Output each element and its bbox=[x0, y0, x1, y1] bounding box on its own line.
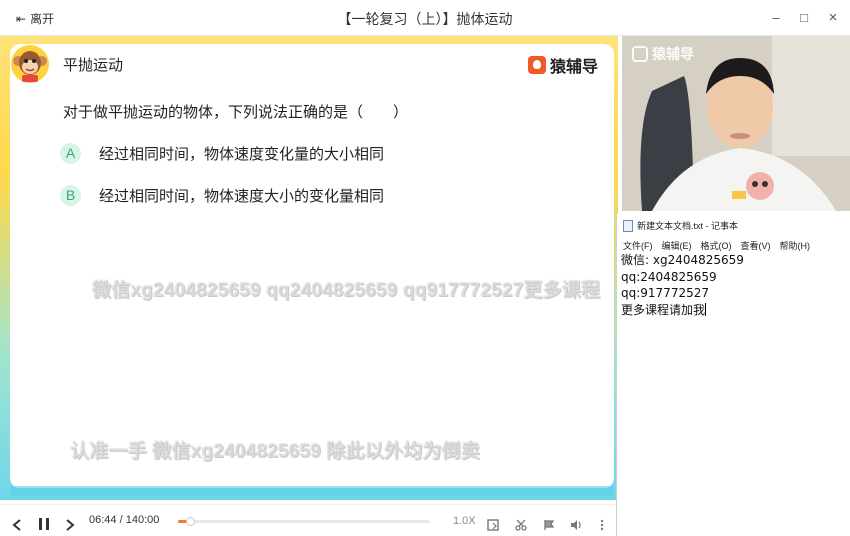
notepad-line: 更多课程请加我 bbox=[621, 302, 706, 317]
flag-icon[interactable] bbox=[543, 515, 555, 535]
more-icon[interactable] bbox=[600, 515, 604, 535]
yuanfudao-logo-icon bbox=[632, 46, 648, 62]
note-icon[interactable] bbox=[487, 515, 499, 535]
option-letter: B bbox=[60, 185, 81, 206]
scissors-icon[interactable] bbox=[515, 515, 527, 535]
notepad-line: 微信: xg2404825659 bbox=[621, 253, 744, 267]
speed-button[interactable]: 1.0X bbox=[453, 515, 476, 527]
text-caret bbox=[705, 302, 707, 316]
watermark-text: 认准一手 微信xg2404825659 除此以外均为倒卖 bbox=[70, 441, 481, 462]
brand-name: 猿辅导 bbox=[550, 59, 599, 76]
notepad-menu: 文件(F) 编辑(E) 格式(O) 查看(V) 帮助(H) bbox=[623, 239, 810, 252]
maximize-button[interactable]: □ bbox=[794, 8, 814, 28]
brand-logo: 猿辅导 bbox=[528, 53, 598, 77]
option-text: 经过相同时间，物体速度大小的变化量相同 bbox=[99, 188, 385, 205]
total-time: 140:00 bbox=[125, 514, 160, 526]
question-text: 对于做平抛运动的物体，下列说法正确的是（ ） bbox=[63, 104, 409, 121]
notepad-text-area[interactable]: 微信: xg2404825659 qq:2404825659 qq:91777252… bbox=[621, 252, 744, 318]
camera-brand-name: 猿辅导 bbox=[652, 46, 694, 62]
option-letter: A bbox=[60, 143, 81, 164]
volume-icon[interactable] bbox=[570, 515, 583, 535]
seek-handle[interactable] bbox=[186, 517, 196, 526]
pause-icon[interactable] bbox=[38, 514, 50, 534]
menu-view[interactable]: 查看(V) bbox=[741, 239, 771, 252]
notepad-title: 新建文本文档.txt - 记事本 bbox=[637, 221, 739, 231]
menu-format[interactable]: 格式(O) bbox=[701, 239, 732, 252]
notepad-file-icon bbox=[623, 219, 633, 232]
previous-icon[interactable] bbox=[12, 515, 22, 535]
option-b[interactable]: B 经过相同时间，物体速度大小的变化量相同 bbox=[60, 185, 384, 206]
monkey-mascot-icon bbox=[11, 45, 49, 83]
option-text: 经过相同时间，物体速度变化量的大小相同 bbox=[99, 146, 385, 163]
camera-brand-overlay: 猿辅导 bbox=[632, 44, 694, 64]
slide-bottom-strip bbox=[10, 486, 614, 496]
watermark-text: 微信xg2404825659 qq2404825659 qq917772527更… bbox=[92, 280, 601, 301]
player-controls: 06:44 / 140:00 1.0X bbox=[0, 504, 618, 536]
menu-edit[interactable]: 编辑(E) bbox=[662, 239, 692, 252]
current-time: 06:44 bbox=[89, 514, 117, 526]
time-separator: / bbox=[119, 514, 123, 526]
menu-file[interactable]: 文件(F) bbox=[623, 239, 653, 252]
seek-bar[interactable] bbox=[178, 517, 430, 526]
menu-help[interactable]: 帮助(H) bbox=[780, 239, 811, 252]
notepad-line: qq:2404825659 bbox=[621, 269, 717, 284]
close-button[interactable]: × bbox=[823, 8, 843, 28]
notepad-titlebar: 新建文本文档.txt - 记事本 bbox=[623, 219, 738, 232]
notepad-window: 新建文本文档.txt - 记事本 文件(F) 编辑(E) 格式(O) 查看(V)… bbox=[616, 214, 850, 536]
window-title: 【一轮复习（上）】抛体运动 bbox=[337, 11, 513, 27]
time-display: 06:44 / 140:00 bbox=[89, 514, 159, 526]
next-icon[interactable] bbox=[65, 515, 75, 535]
title-bar: ⇤ 离开 【一轮复习（上）】抛体运动 – □ × bbox=[0, 0, 850, 36]
slide-heading: 平抛运动 bbox=[63, 57, 124, 74]
minimize-button[interactable]: – bbox=[766, 8, 786, 28]
notepad-line: qq:917772527 bbox=[621, 286, 709, 300]
yuanfudao-logo-icon bbox=[528, 56, 546, 74]
option-a[interactable]: A 经过相同时间，物体速度变化量的大小相同 bbox=[60, 143, 384, 164]
